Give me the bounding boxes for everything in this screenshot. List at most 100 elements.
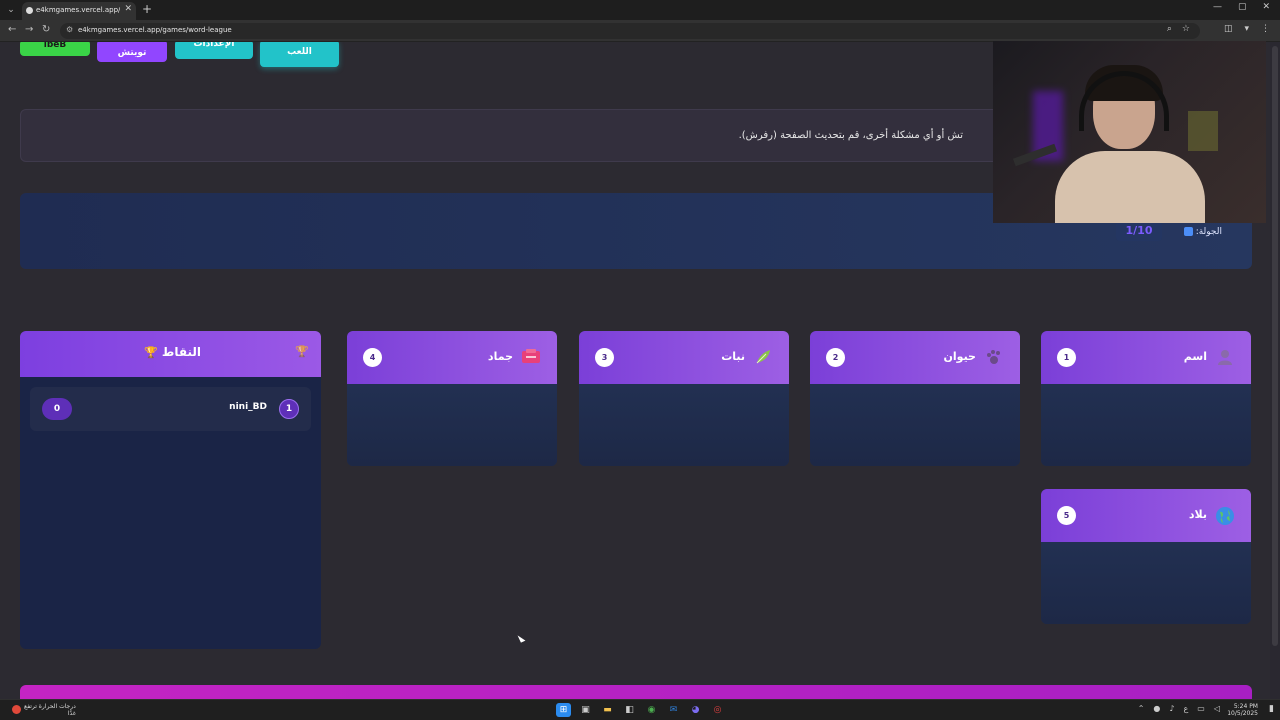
file-explorer-icon[interactable]: ▬ [600, 703, 615, 717]
category-label: حيوان [943, 350, 976, 363]
tab-close-icon[interactable]: ✕ [124, 4, 132, 14]
notification-icon[interactable]: ▮ [1269, 704, 1274, 714]
category-label: بلاد [1188, 508, 1207, 521]
back-icon[interactable]: ← [8, 24, 16, 35]
system-tray: ⌃ ● ♪ ع ▭ ◁ [1138, 704, 1220, 713]
app-icon[interactable]: ◎ [710, 703, 725, 717]
extensions-icon[interactable]: ◫ [1224, 24, 1233, 34]
weather-line2: غدًا [67, 710, 76, 717]
tray-app-icon[interactable]: ● [1153, 704, 1160, 713]
category-body [1041, 384, 1251, 466]
taskbar-apps: ⊞ ▣ ▬ ◧ ◉ ✉ ◕ ◎ [556, 703, 725, 717]
mouse-cursor [517, 633, 526, 643]
new-tab-button[interactable]: + [142, 2, 152, 16]
browser-tab[interactable]: e4kmgames.vercel.app/games/ ✕ [22, 2, 136, 20]
green-button[interactable]: ibeB [20, 42, 90, 56]
scrollbar-thumb[interactable] [1272, 46, 1278, 646]
category-body [347, 384, 557, 466]
webcam-overlay [993, 41, 1266, 223]
maximize-button[interactable]: ▢ [1238, 2, 1247, 12]
reload-icon[interactable]: ↻ [42, 24, 50, 35]
clock[interactable]: 5:24 PM 10/5/2025 [1227, 703, 1258, 717]
clock-time: 5:24 PM [1233, 703, 1258, 710]
chrome-icon[interactable]: ◉ [644, 703, 659, 717]
discord-icon[interactable]: ◕ [688, 703, 703, 717]
start-icon[interactable]: ⊞ [556, 703, 571, 717]
player-score: 0 [42, 398, 72, 420]
leaf-icon [753, 348, 773, 368]
scoreboard-title-wrap: 🏆 النقاط [20, 345, 321, 359]
store-icon[interactable]: ◧ [622, 703, 637, 717]
trophy-icon: 🏆 [143, 346, 158, 359]
round-label-text: الجولة: [1195, 227, 1222, 237]
mic-icon[interactable]: ♪ [1169, 704, 1174, 713]
category-body [810, 384, 1020, 466]
window-controls: — ▢ ✕ [1213, 2, 1270, 12]
category-number: 1 [1057, 348, 1076, 367]
category-card-bilad: 5 بلاد [1041, 489, 1251, 624]
category-card-nabat: 3 نبات [579, 331, 789, 466]
settings-button[interactable]: الإعدادات [175, 42, 253, 59]
tab-search-icon[interactable]: ⌄ [4, 3, 18, 17]
weather-widget[interactable]: درجات الحرارة ترتفع غدًا [12, 703, 76, 717]
address-bar: ← → ↻ ⚙ e4kmgames.vercel.app/games/word-… [0, 20, 1280, 42]
round-label: الجولة: [1181, 227, 1222, 237]
browser-tab-bar: ⌄ e4kmgames.vercel.app/games/ ✕ + — ▢ ✕ [0, 0, 1280, 20]
page-scrollbar[interactable] [1270, 42, 1280, 699]
round-counter: 1/10 [1116, 221, 1162, 241]
notice-text: تش أو أي مشكلة أخرى، قم بتحديث الصفحة (ر… [738, 130, 963, 141]
category-number: 3 [595, 348, 614, 367]
category-header: 1 اسم [1041, 331, 1251, 384]
category-number: 4 [363, 348, 382, 367]
category-label: جماد [487, 350, 513, 363]
category-header: 2 حيوان [810, 331, 1020, 384]
category-number: 2 [826, 348, 845, 367]
category-card-jamad: 4 جماد [347, 331, 557, 466]
twitch-button[interactable]: تويتش [97, 42, 167, 62]
background-monitor [1188, 111, 1218, 151]
zoom-icon[interactable]: ⌕ [1167, 24, 1172, 34]
favicon-icon [26, 7, 33, 14]
paw-icon [984, 348, 1004, 368]
box-icon [521, 348, 541, 368]
url-field[interactable]: ⚙ e4kmgames.vercel.app/games/word-league… [60, 23, 1200, 39]
play-button[interactable]: اللعب [260, 42, 339, 67]
network-icon[interactable]: ▭ [1197, 704, 1205, 713]
bookmark-star-icon[interactable]: ☆ [1182, 24, 1190, 34]
trophy-icon: 🏆 [295, 345, 309, 358]
category-card-ism: 1 اسم [1041, 331, 1251, 466]
round-icon [1183, 227, 1193, 236]
url-text: e4kmgames.vercel.app/games/word-league [78, 26, 232, 34]
windows-taskbar: درجات الحرارة ترتفع غدًا ⊞ ▣ ▬ ◧ ◉ ✉ ◕ ◎… [0, 699, 1280, 720]
weather-line1: درجات الحرارة ترتفع [24, 703, 76, 710]
category-header: 5 بلاد [1041, 489, 1251, 542]
player-rank: 1 [279, 399, 299, 419]
category-body [1041, 542, 1251, 624]
task-view-icon[interactable]: ▣ [578, 703, 593, 717]
streamer-body [1055, 151, 1205, 223]
bottom-action-bar[interactable] [20, 685, 1252, 699]
player-name: nini_BD [229, 402, 267, 412]
close-window-button[interactable]: ✕ [1262, 2, 1270, 12]
person-icon [1215, 348, 1235, 368]
tab-title: e4kmgames.vercel.app/games/ [36, 6, 120, 14]
player-row: 0 nini_BD 1 [30, 387, 311, 431]
category-body [579, 384, 789, 466]
clock-date: 10/5/2025 [1227, 710, 1258, 717]
menu-icon[interactable]: ⋮ [1261, 24, 1270, 34]
profile-icon[interactable]: ▾ [1244, 24, 1249, 34]
outlook-icon[interactable]: ✉ [666, 703, 681, 717]
minimize-button[interactable]: — [1213, 2, 1222, 12]
category-label: اسم [1183, 350, 1207, 363]
category-header: 3 نبات [579, 331, 789, 384]
category-card-hayawan: 2 حيوان [810, 331, 1020, 466]
site-info-icon[interactable]: ⚙ [66, 25, 73, 34]
category-header: 4 جماد [347, 331, 557, 384]
volume-icon[interactable]: ◁ [1214, 704, 1220, 713]
category-label: نبات [721, 350, 745, 363]
tray-chevron-icon[interactable]: ⌃ [1138, 704, 1145, 713]
scoreboard-title: النقاط [161, 345, 201, 359]
category-number: 5 [1057, 506, 1076, 525]
language-icon[interactable]: ع [1184, 704, 1189, 713]
forward-icon[interactable]: → [25, 24, 33, 35]
